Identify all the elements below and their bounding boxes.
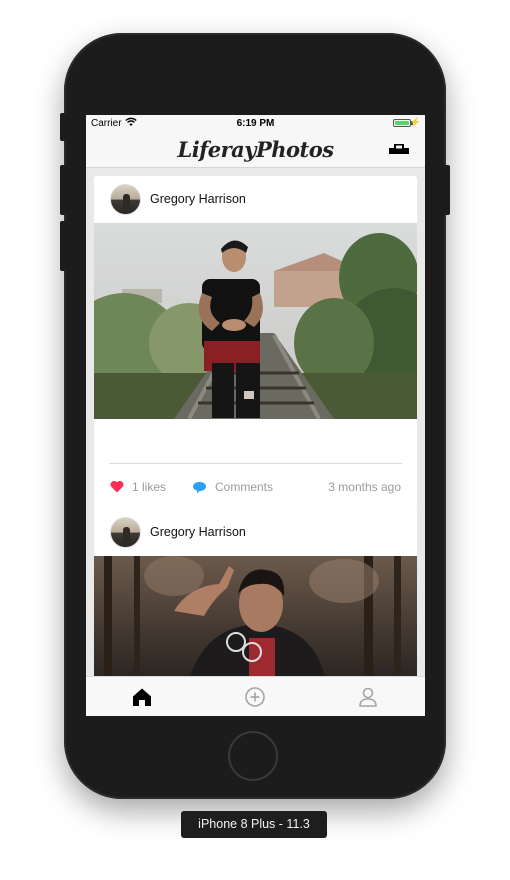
heart-icon[interactable] (110, 480, 124, 493)
post-photo[interactable] (94, 223, 417, 438)
power-button (444, 165, 450, 215)
home-icon[interactable] (131, 686, 153, 708)
post-card: Gregory Harrison (94, 509, 417, 679)
device-label: iPhone 8 Plus - 11.3 (181, 811, 327, 838)
volume-up-button (60, 165, 66, 215)
status-bar: Carrier 6:19 PM ⚡ (86, 115, 425, 133)
post-photo[interactable] (94, 556, 417, 679)
post-header: Gregory Harrison (94, 509, 417, 556)
home-button[interactable] (228, 731, 278, 781)
volume-down-button (60, 221, 66, 271)
menu-icon[interactable] (389, 144, 409, 156)
post-author[interactable]: Gregory Harrison (150, 525, 246, 539)
mute-switch (60, 113, 66, 141)
avatar[interactable] (110, 184, 141, 215)
tab-bar (86, 676, 425, 716)
nav-bar: LiferayPhotos (86, 133, 425, 168)
profile-icon[interactable] (357, 686, 379, 708)
post-footer: 1 likes Comments 3 months ago (94, 424, 417, 512)
post-header: Gregory Harrison (94, 176, 417, 223)
post-author[interactable]: Gregory Harrison (150, 192, 246, 206)
charging-icon: ⚡ (409, 117, 421, 127)
divider (109, 463, 402, 464)
battery-icon (393, 119, 411, 127)
avatar[interactable] (110, 517, 141, 548)
screen: Carrier 6:19 PM ⚡ LiferayPhotos Gregory … (86, 115, 425, 716)
post-timestamp: 3 months ago (328, 480, 401, 494)
status-time: 6:19 PM (236, 118, 275, 129)
post-card: Gregory Harrison (94, 176, 417, 512)
app-logo: LiferayPhotos (177, 137, 334, 162)
comments-link[interactable]: Comments (215, 480, 273, 494)
comment-icon[interactable] (192, 481, 207, 494)
likes-count[interactable]: 1 likes (132, 480, 166, 494)
add-circle-icon[interactable] (244, 686, 266, 708)
